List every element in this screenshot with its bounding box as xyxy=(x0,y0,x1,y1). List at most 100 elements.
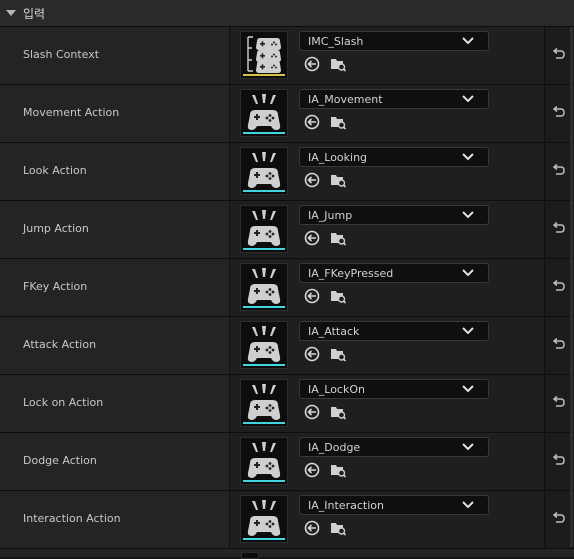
use-selected-arrow-icon[interactable] xyxy=(303,403,321,424)
reset-to-default-icon[interactable] xyxy=(551,395,565,412)
chevron-down-icon xyxy=(462,325,474,340)
value-cell: IA_Attack xyxy=(230,317,545,374)
value-cell: IA_Looking xyxy=(230,143,545,200)
asset-picker-value: IA_Interaction xyxy=(308,499,384,512)
value-cell: IA_Movement xyxy=(230,85,545,142)
browse-folder-icon[interactable] xyxy=(329,55,347,76)
browse-folder-icon[interactable] xyxy=(329,229,347,250)
property-row: Interaction Action IA_Interaction xyxy=(0,491,574,549)
use-selected-arrow-icon[interactable] xyxy=(303,171,321,192)
label-cell: Look Action xyxy=(6,143,230,200)
chevron-down-icon xyxy=(462,209,474,224)
asset-picker-dropdown[interactable]: IA_LockOn xyxy=(299,379,489,399)
asset-picker-dropdown[interactable]: IA_Jump xyxy=(299,205,489,225)
input-action-icon xyxy=(247,210,281,246)
reset-to-default-icon[interactable] xyxy=(551,221,565,238)
asset-type-color-bar xyxy=(243,422,285,424)
value-cell: IA_LockOn xyxy=(230,375,545,432)
asset-picker-dropdown[interactable]: IA_Movement xyxy=(299,89,489,109)
asset-type-color-bar xyxy=(243,132,285,134)
browse-folder-icon[interactable] xyxy=(329,461,347,482)
property-label: Interaction Action xyxy=(23,512,121,525)
asset-type-color-bar xyxy=(243,74,285,76)
input-action-icon xyxy=(247,384,281,420)
asset-picker-value: IA_Movement xyxy=(308,93,383,106)
asset-picker-dropdown[interactable]: IA_Attack xyxy=(299,321,489,341)
next-row-partial xyxy=(0,549,574,559)
chevron-down-icon xyxy=(462,35,474,50)
reset-to-default-icon[interactable] xyxy=(551,163,565,180)
label-cell: Movement Action xyxy=(6,85,230,142)
browse-folder-icon[interactable] xyxy=(329,345,347,366)
reset-to-default-icon[interactable] xyxy=(551,453,565,470)
browse-folder-icon[interactable] xyxy=(329,171,347,192)
asset-thumbnail[interactable] xyxy=(240,437,288,485)
property-row: Attack Action IA_Attack xyxy=(0,317,574,375)
label-cell: Slash Context xyxy=(6,27,230,84)
reset-to-default-icon[interactable] xyxy=(551,105,565,122)
chevron-down-icon xyxy=(462,93,474,108)
property-row: Jump Action IA_Jump xyxy=(0,201,574,259)
property-list: Slash Context IMC_Slash Movement Action … xyxy=(0,27,574,549)
browse-folder-icon[interactable] xyxy=(329,519,347,540)
browse-folder-icon[interactable] xyxy=(329,287,347,308)
asset-thumbnail[interactable] xyxy=(240,205,288,253)
use-selected-arrow-icon[interactable] xyxy=(303,287,321,308)
input-action-icon xyxy=(247,326,281,362)
input-action-icon xyxy=(247,500,281,536)
asset-picker-value: IA_Dodge xyxy=(308,441,361,454)
browse-folder-icon[interactable] xyxy=(329,403,347,424)
property-row: Lock on Action IA_LockOn xyxy=(0,375,574,433)
asset-type-color-bar xyxy=(243,538,285,540)
asset-picker-dropdown[interactable]: IA_Dodge xyxy=(299,437,489,457)
reset-to-default-icon[interactable] xyxy=(551,511,565,528)
asset-thumbnail[interactable] xyxy=(240,321,288,369)
value-cell: IA_Interaction xyxy=(230,491,545,548)
use-selected-arrow-icon[interactable] xyxy=(303,519,321,540)
asset-type-color-bar xyxy=(243,190,285,192)
use-selected-arrow-icon[interactable] xyxy=(303,461,321,482)
input-action-icon xyxy=(247,268,281,304)
scrollbar[interactable] xyxy=(570,27,573,547)
asset-type-color-bar xyxy=(243,364,285,366)
label-cell: Dodge Action xyxy=(6,433,230,490)
asset-thumbnail[interactable] xyxy=(240,31,288,79)
property-label: Attack Action xyxy=(23,338,97,351)
label-cell: Interaction Action xyxy=(6,491,230,548)
asset-thumbnail-partial xyxy=(241,552,259,559)
asset-thumbnail[interactable] xyxy=(240,89,288,137)
input-action-icon xyxy=(247,442,281,478)
use-selected-arrow-icon[interactable] xyxy=(303,345,321,366)
property-row: Movement Action IA_Movement xyxy=(0,85,574,143)
asset-picker-dropdown[interactable]: IA_Interaction xyxy=(299,495,489,515)
property-row: Slash Context IMC_Slash xyxy=(0,27,574,85)
reset-to-default-icon[interactable] xyxy=(551,337,565,354)
use-selected-arrow-icon[interactable] xyxy=(303,229,321,250)
caret-down-icon[interactable] xyxy=(6,10,16,16)
chevron-down-icon xyxy=(462,267,474,282)
browse-folder-icon[interactable] xyxy=(329,113,347,134)
value-cell: IA_Jump xyxy=(230,201,545,258)
label-cell: Jump Action xyxy=(6,201,230,258)
use-selected-arrow-icon[interactable] xyxy=(303,55,321,76)
asset-picker-dropdown[interactable]: IA_Looking xyxy=(299,147,489,167)
asset-picker-dropdown[interactable]: IMC_Slash xyxy=(299,31,489,51)
reset-to-default-icon[interactable] xyxy=(551,47,565,64)
use-selected-arrow-icon[interactable] xyxy=(303,113,321,134)
asset-picker-dropdown[interactable]: IA_FKeyPressed xyxy=(299,263,489,283)
asset-picker-value: IA_Jump xyxy=(308,209,353,222)
section-header-input[interactable]: 입력 xyxy=(0,0,574,27)
asset-thumbnail[interactable] xyxy=(240,147,288,195)
asset-picker-value: IMC_Slash xyxy=(308,35,364,48)
asset-thumbnail[interactable] xyxy=(240,495,288,543)
asset-picker-value: IA_Attack xyxy=(308,325,360,338)
property-label: FKey Action xyxy=(23,280,88,293)
asset-thumbnail[interactable] xyxy=(240,379,288,427)
asset-thumbnail[interactable] xyxy=(240,263,288,311)
asset-type-color-bar xyxy=(243,306,285,308)
reset-to-default-icon[interactable] xyxy=(551,279,565,296)
value-cell: IA_Dodge xyxy=(230,433,545,490)
property-label: Look Action xyxy=(23,164,87,177)
chevron-down-icon xyxy=(462,441,474,456)
chevron-down-icon xyxy=(462,151,474,166)
